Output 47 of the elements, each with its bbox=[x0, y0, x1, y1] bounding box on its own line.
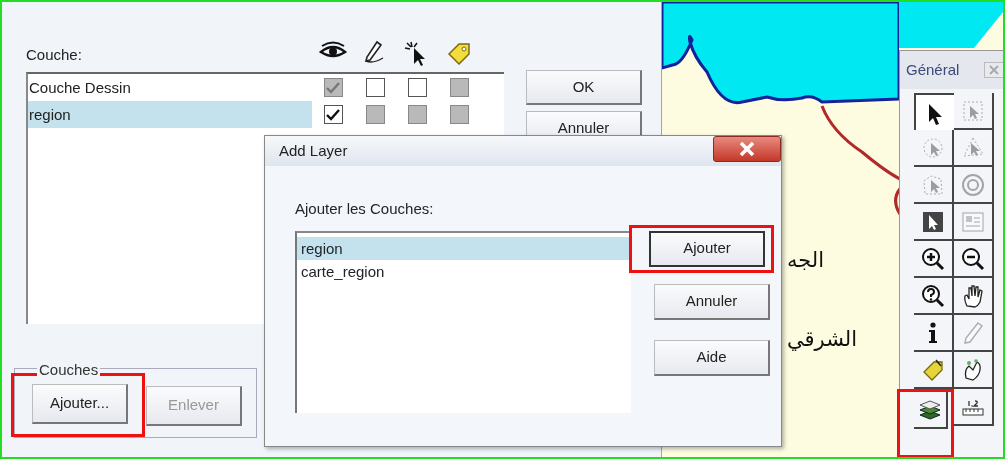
zoom-in-icon bbox=[921, 246, 945, 271]
add-button[interactable]: Ajouter... bbox=[32, 384, 128, 424]
target-icon bbox=[961, 172, 985, 197]
tool-button[interactable] bbox=[954, 241, 994, 278]
layer-checkbox[interactable] bbox=[323, 105, 343, 124]
tool-button[interactable] bbox=[914, 241, 954, 278]
zoom-out-icon bbox=[961, 246, 985, 271]
dialog-button[interactable]: OK bbox=[526, 70, 642, 105]
close-icon bbox=[738, 141, 756, 157]
list-item[interactable]: carte_region bbox=[297, 259, 631, 283]
hand-icon bbox=[961, 283, 985, 308]
tool-button[interactable] bbox=[914, 352, 954, 389]
map-label: الشرقي bbox=[787, 326, 858, 353]
circle-select-icon bbox=[921, 135, 945, 160]
layer-checkbox[interactable] bbox=[365, 78, 385, 97]
dialog-title: Add Layer bbox=[279, 140, 348, 161]
list-label: Ajouter les Couches: bbox=[295, 199, 434, 219]
magnifier-question-icon bbox=[921, 283, 945, 308]
map-label: الجه bbox=[787, 247, 825, 274]
tool-button[interactable] bbox=[914, 204, 954, 241]
dialog-button[interactable]: Aide bbox=[654, 339, 770, 376]
layer-checkbox[interactable] bbox=[407, 78, 427, 97]
tool-button[interactable] bbox=[914, 93, 954, 130]
tag-icon bbox=[921, 357, 945, 382]
tag-icon bbox=[445, 40, 473, 66]
marquee-select-icon bbox=[961, 98, 985, 123]
tool-button[interactable] bbox=[914, 278, 954, 315]
inverted-pointer-icon bbox=[921, 209, 945, 234]
dialog-button[interactable]: Annuler bbox=[654, 283, 770, 320]
list-item[interactable]: region bbox=[297, 236, 631, 260]
dialog-button[interactable]: Ajouter bbox=[649, 230, 765, 267]
polygon-select-icon bbox=[961, 135, 985, 160]
layers-icon bbox=[918, 397, 942, 422]
palette-title: Général bbox=[906, 59, 960, 80]
pencil-icon bbox=[961, 320, 985, 345]
tool-button[interactable] bbox=[954, 352, 994, 389]
layer-name[interactable]: Couche Dessin bbox=[28, 74, 312, 101]
layer-label: Couche: bbox=[26, 44, 83, 65]
layout-icon bbox=[961, 209, 985, 234]
close-button[interactable] bbox=[713, 136, 781, 162]
close-icon bbox=[988, 64, 1000, 76]
layer-name[interactable]: region bbox=[28, 101, 312, 128]
tool-button[interactable] bbox=[914, 392, 948, 429]
tool-button[interactable] bbox=[954, 278, 994, 315]
tool-button[interactable] bbox=[914, 315, 954, 352]
boundary-select-icon bbox=[921, 172, 945, 197]
tool-button[interactable] bbox=[954, 389, 994, 426]
